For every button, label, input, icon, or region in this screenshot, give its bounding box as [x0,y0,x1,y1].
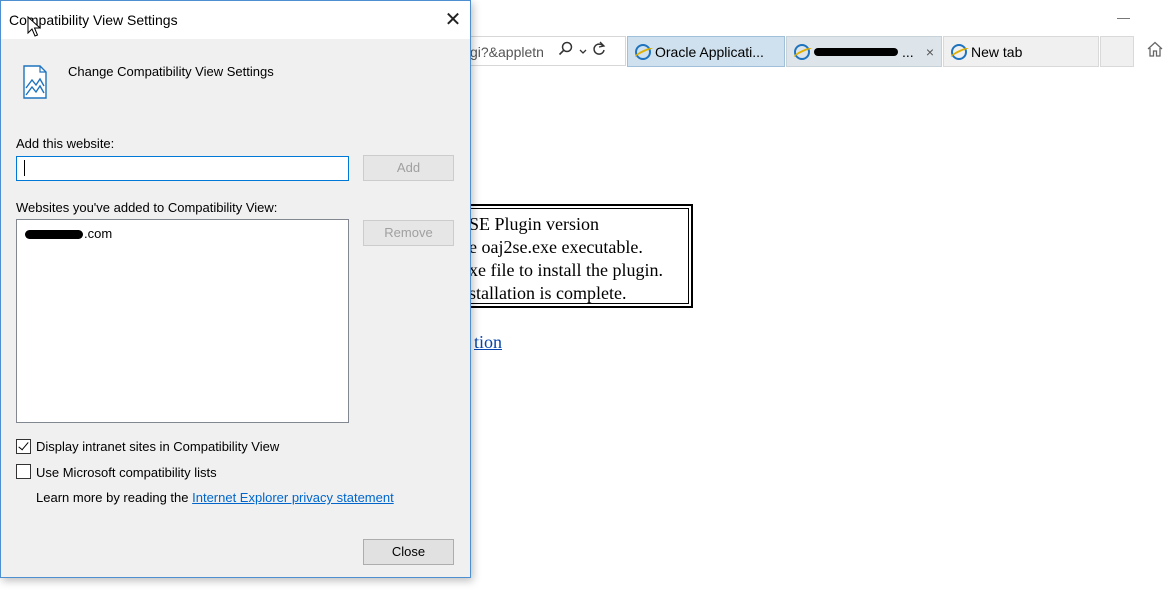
dialog-titlebar[interactable]: Compatibility View Settings ✕ [1,1,470,39]
search-icon[interactable] [558,41,574,61]
intranet-compatibility-label: Display intranet sites in Compatibility … [36,439,280,454]
page-link[interactable]: tion [474,332,502,353]
tab-label: New tab [971,43,1023,60]
intranet-compatibility-checkbox[interactable] [16,439,31,454]
add-website-input[interactable] [16,156,349,181]
tab-label: Oracle Applicati... [655,43,764,60]
ie-icon [635,43,651,60]
refresh-icon[interactable] [592,41,606,61]
list-item-label: .com [84,226,113,241]
tab-redacted[interactable]: ... × [786,36,942,67]
redacted-text [814,47,898,56]
close-icon[interactable]: ✕ [439,7,467,33]
compatibility-view-dialog: Compatibility View Settings ✕ Change Com… [0,0,471,578]
notice-line: e oaj2se.exe executable. [469,237,643,257]
dialog-header: Change Compatibility View Settings [68,64,274,79]
remove-button[interactable]: Remove [363,220,454,246]
notice-line: SE Plugin version [469,214,600,234]
tab-close-icon[interactable]: × [926,44,934,60]
minimize-button[interactable] [1117,10,1131,24]
ie-icon [951,43,967,60]
tab-new-tab[interactable]: New tab [943,36,1099,67]
redacted-text [25,230,83,240]
add-website-label: Add this website: [16,136,115,151]
privacy-statement-link[interactable]: Internet Explorer privacy statement [192,490,394,505]
list-item[interactable]: .com [25,226,112,241]
tab-label: ... [902,43,914,60]
tab-oracle-applications[interactable]: Oracle Applicati... [627,36,785,67]
mouse-cursor-icon [27,16,41,37]
close-button[interactable]: Close [363,539,454,565]
compatibility-icon [23,65,47,99]
notice-line: stallation is complete. [469,283,627,303]
plugin-notice-box: SE Plugin version e oaj2se.exe executabl… [455,204,693,308]
new-tab-button[interactable] [1100,36,1134,67]
dropdown-arrow-icon[interactable] [578,43,588,60]
notice-line: xe file to install the plugin. [469,260,663,280]
websites-listbox[interactable]: .com [16,219,349,423]
learn-more-text: Learn more by reading the Internet Explo… [36,490,394,505]
websites-list-label: Websites you've added to Compatibility V… [16,200,278,215]
ie-icon [794,43,810,60]
microsoft-lists-label: Use Microsoft compatibility lists [36,465,217,480]
text-caret [24,160,25,176]
microsoft-lists-checkbox[interactable] [16,464,31,479]
home-icon[interactable] [1146,40,1164,58]
address-text: gi?&appletn [470,44,544,60]
add-button[interactable]: Add [363,155,454,181]
learn-more-prefix: Learn more by reading the [36,490,189,505]
